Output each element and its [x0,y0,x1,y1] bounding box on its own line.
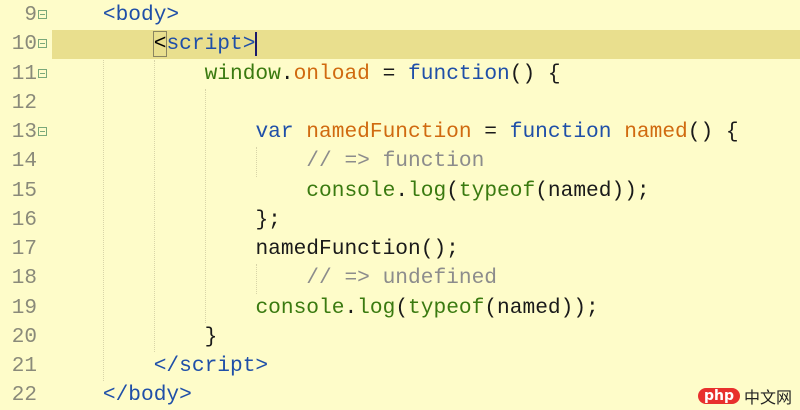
code-token: console [306,178,396,203]
code-line[interactable]: 11 window.onload = function() { [0,60,800,89]
code-line[interactable]: 9 <body> [0,1,800,30]
code-token: script> [166,32,256,57]
fold-toggle-icon[interactable] [38,39,47,49]
line-number: 16 [11,208,37,232]
line-gutter: 14 [0,147,50,176]
code-text: <body> [52,1,800,30]
code-token: (named)); [535,178,650,203]
code-line[interactable]: 18 // => undefined [0,264,800,293]
line-number: 12 [11,91,37,115]
code-token: = [471,120,510,144]
code-token: console [255,295,345,320]
code-line[interactable]: 12 [0,89,800,118]
code-line[interactable]: 19 console.log(typeof(named)); [0,294,800,323]
code-token: () { [687,120,739,144]
code-token: log [408,178,447,203]
line-number: 17 [11,238,37,261]
line-number: 11 [11,62,37,86]
code-token: var [255,120,307,144]
code-token: named [624,120,688,144]
code-text: }; [52,206,800,235]
code-line[interactable]: 14 // => function [0,147,800,176]
code-editor[interactable]: 9 <body> 10 <script> 11 window.onload = fu… [0,0,800,407]
code-text: </script> [52,352,800,381]
line-gutter: 20 [0,323,50,352]
line-gutter: 18 [0,264,50,293]
line-number: 19 [11,296,37,320]
code-token: ( [395,295,409,320]
code-text: console.log(typeof(named)); [52,294,800,323]
fold-toggle-icon[interactable] [38,68,47,78]
watermark: php 中文网 [697,384,792,408]
code-token: (named)); [484,295,599,320]
code-text: } [52,323,800,352]
line-number: 22 [11,384,37,408]
line-gutter: 9 [0,1,50,30]
code-token: <body> [102,3,180,27]
code-token: // => undefined [306,266,498,291]
code-token: } [204,324,218,349]
code-token: log [357,295,396,320]
line-gutter: 12 [0,89,50,118]
code-text: <script> [52,30,800,60]
line-number: 15 [11,179,37,203]
code-token: typeof [458,178,536,203]
line-gutter: 16 [0,206,50,235]
line-gutter: 13 [0,118,50,147]
code-token: onload [293,61,370,86]
code-token: () { [509,61,561,86]
code-line[interactable]: 17 namedFunction(); [0,235,800,264]
code-token: = [369,61,409,86]
line-gutter: 19 [0,294,50,323]
code-line[interactable]: 13 var namedFunction = function named() … [0,118,800,147]
line-gutter: 22 [0,381,50,410]
code-token: namedFunction(); [255,237,459,261]
line-number: 18 [11,267,37,291]
code-token: </script> [153,354,269,378]
line-gutter: 17 [0,235,50,264]
code-token: namedFunction [306,120,472,144]
line-gutter: 21 [0,352,50,381]
code-text: var namedFunction = function named() { [52,118,800,147]
line-gutter: 10 [0,30,50,59]
code-token: ( [446,178,459,203]
code-line[interactable]: 20 } [0,323,800,352]
code-text: </body> [52,381,800,410]
code-line[interactable]: 10 <script> [0,30,800,60]
code-line[interactable]: 22 </body> [0,381,800,410]
line-number: 10 [11,33,37,57]
code-token: window [204,61,281,86]
code-token: typeof [408,295,485,320]
code-text: console.log(typeof(named)); [52,177,800,206]
watermark-badge: php [697,388,740,404]
line-gutter: 11 [0,60,50,89]
code-token: </body> [102,383,192,408]
code-token: }; [255,207,281,232]
line-gutter: 15 [0,177,50,206]
code-text: // => undefined [52,264,800,293]
code-token: // => function [306,149,485,174]
code-line[interactable]: 16 }; [0,206,800,235]
line-number: 9 [24,4,37,27]
line-number: 20 [11,325,37,349]
code-token: function [408,61,510,86]
code-token: . [280,61,294,86]
line-number: 21 [11,355,37,378]
fold-toggle-icon[interactable] [38,10,47,19]
line-number: 13 [11,121,37,144]
code-token: < [152,31,168,58]
code-line[interactable]: 21 </script> [0,352,800,381]
code-token: . [395,178,409,203]
code-token: function [509,120,625,144]
fold-toggle-icon[interactable] [38,127,47,136]
code-text: // => function [52,147,800,176]
watermark-text: 中文网 [743,388,792,407]
code-token: . [344,295,358,320]
line-number: 14 [11,150,37,174]
code-text: window.onload = function() { [52,60,800,89]
code-text: namedFunction(); [52,235,800,264]
code-line[interactable]: 15 console.log(typeof(named)); [0,177,800,206]
text-caret [255,31,258,56]
